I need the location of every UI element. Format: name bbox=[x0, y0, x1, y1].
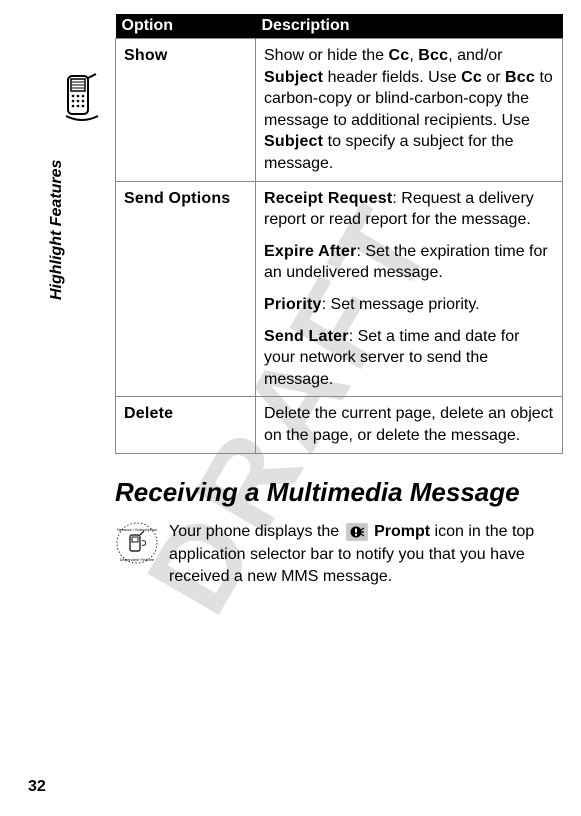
term-cc: Cc bbox=[461, 69, 482, 86]
table-header-row: Option Description bbox=[116, 14, 563, 39]
svg-text:Network / Subscription: Network / Subscription bbox=[117, 527, 157, 532]
text: : Set message priority. bbox=[322, 296, 480, 313]
term-bcc: Bcc bbox=[505, 69, 535, 86]
text: , and/or bbox=[448, 47, 502, 64]
option-delete: Delete bbox=[124, 405, 173, 422]
page-content: Highlight Features Option Description bbox=[0, 0, 581, 816]
term-receipt-request: Receipt Request bbox=[264, 190, 392, 207]
section-heading: Receiving a Multimedia Message bbox=[115, 478, 563, 508]
options-table: Option Description Show Show or hide the… bbox=[115, 14, 563, 454]
side-section-label: Highlight Features bbox=[48, 160, 66, 300]
page-number: 32 bbox=[28, 778, 46, 796]
table-row: Send Options Receipt Request: Request a … bbox=[116, 181, 563, 397]
option-send-options: Send Options bbox=[124, 190, 230, 207]
table-row: Delete Delete the current page, delete a… bbox=[116, 397, 563, 453]
text: Show or hide the bbox=[264, 47, 389, 64]
option-show: Show bbox=[124, 47, 167, 64]
prompt-icon bbox=[346, 523, 368, 541]
text: or bbox=[482, 69, 505, 86]
term-subject: Subject bbox=[264, 69, 323, 86]
header-option: Option bbox=[116, 14, 256, 39]
paragraph: Your phone displays the Prompt icon in t… bbox=[169, 521, 563, 588]
network-feature-icon: Network / Subscription Dependent Feature bbox=[115, 521, 159, 565]
desc-send-options: Receipt Request: Request a delivery repo… bbox=[256, 181, 563, 397]
term-cc: Cc bbox=[389, 47, 410, 64]
text: , bbox=[409, 47, 418, 64]
text: header fields. Use bbox=[323, 69, 461, 86]
term-send-later: Send Later bbox=[264, 328, 349, 345]
term-prompt: Prompt bbox=[374, 523, 430, 540]
text: Your phone displays the bbox=[169, 523, 344, 540]
term-priority: Priority bbox=[264, 296, 322, 313]
desc-show: Show or hide the Cc, Bcc, and/or Subject… bbox=[256, 39, 563, 182]
term-bcc: Bcc bbox=[418, 47, 448, 64]
table-row: Show Show or hide the Cc, Bcc, and/or Su… bbox=[116, 39, 563, 182]
phone-icon bbox=[62, 72, 102, 124]
header-description: Description bbox=[256, 14, 563, 39]
term-expire-after: Expire After bbox=[264, 243, 357, 260]
svg-text:Dependent Feature: Dependent Feature bbox=[120, 557, 155, 562]
term-subject: Subject bbox=[264, 133, 323, 150]
desc-delete: Delete the current page, delete an objec… bbox=[256, 397, 563, 453]
